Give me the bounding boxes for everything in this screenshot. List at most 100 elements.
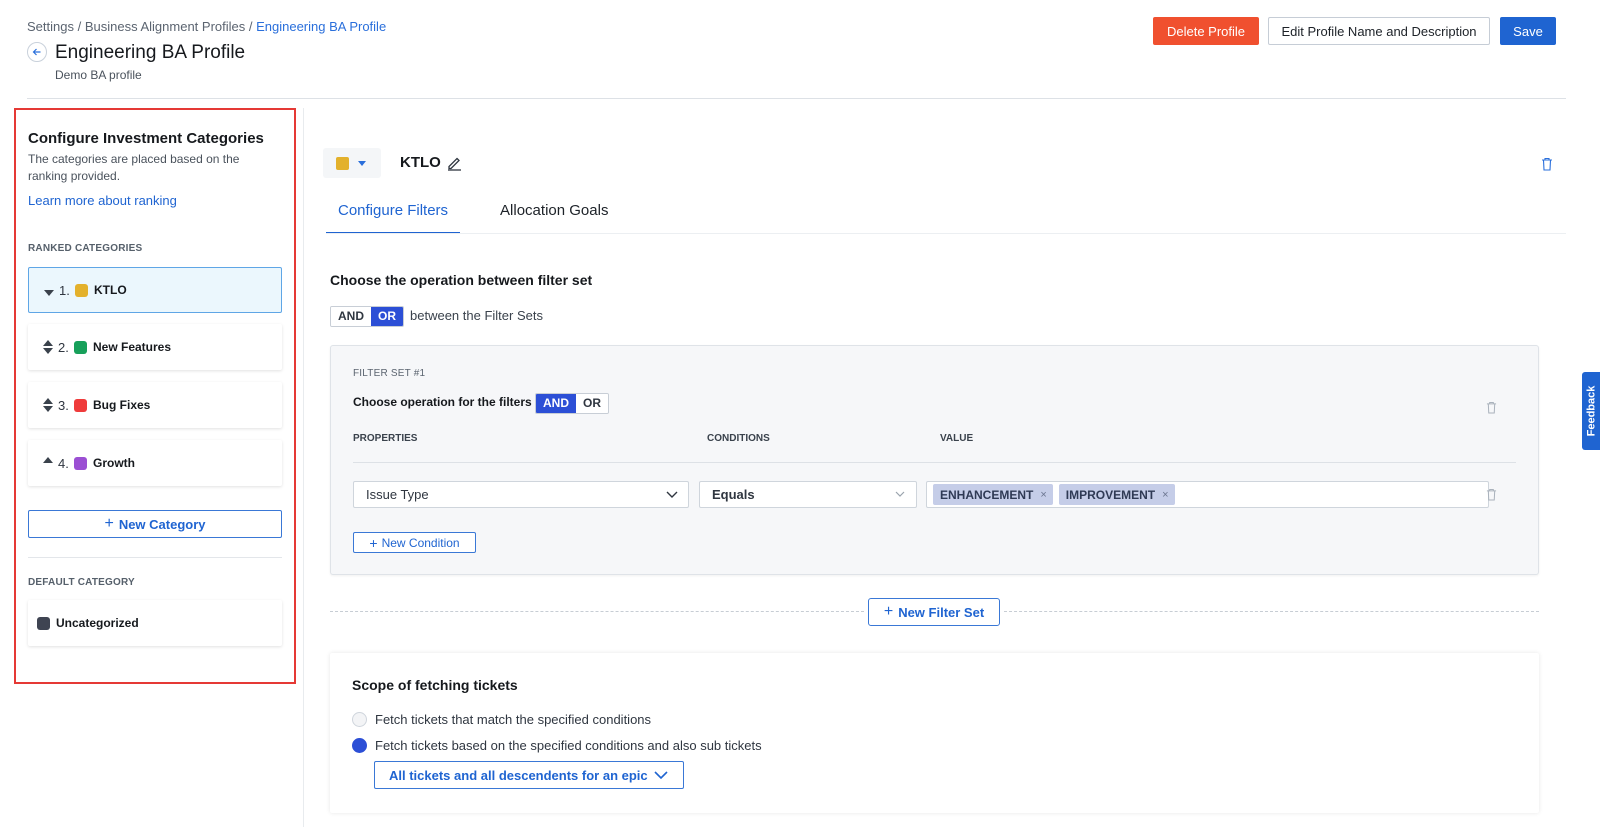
operation-or-option[interactable]: OR <box>371 307 403 326</box>
content-divider <box>303 108 304 827</box>
save-button[interactable]: Save <box>1500 17 1556 45</box>
filter-set-divider <box>353 462 1516 463</box>
scope-card: Scope of fetching tickets Fetch tickets … <box>330 653 1539 813</box>
reorder-handle[interactable] <box>38 398 58 412</box>
breadcrumb-separator: / <box>73 19 85 34</box>
operation-and-option[interactable]: AND <box>331 307 371 326</box>
page-title: Engineering BA Profile <box>55 42 246 63</box>
value-multiselect[interactable]: ENHANCEMENT × IMPROVEMENT × <box>926 481 1489 508</box>
panel-title: Configure Investment Categories <box>28 130 264 147</box>
condition-select[interactable]: Equals <box>699 481 917 508</box>
pencil-icon[interactable] <box>446 154 463 176</box>
filter-operation-toggle: AND OR <box>535 393 609 414</box>
radio-button[interactable] <box>352 738 367 753</box>
feedback-tab[interactable]: Feedback <box>1582 372 1600 450</box>
filter-set-operation-toggle: AND OR <box>330 306 404 327</box>
category-name: KTLO <box>400 154 441 171</box>
delete-profile-button[interactable]: Delete Profile <box>1153 17 1259 45</box>
new-filter-set-label: New Filter Set <box>898 604 985 620</box>
new-filter-set-button[interactable]: + New Filter Set <box>868 598 1000 626</box>
arrow-up-icon <box>43 457 53 463</box>
tab-configure-filters[interactable]: Configure Filters <box>326 198 461 234</box>
arrow-up-icon <box>43 340 53 346</box>
category-label: Uncategorized <box>56 616 139 630</box>
arrow-down-icon <box>43 348 53 354</box>
category-color-swatch <box>74 340 87 354</box>
scope-dropdown[interactable]: All tickets and all descendents for an e… <box>374 761 684 789</box>
breadcrumb: Settings / Business Alignment Profiles /… <box>27 19 386 34</box>
scope-option-match[interactable]: Fetch tickets that match the specified c… <box>352 712 651 727</box>
header-divider <box>27 98 1566 99</box>
arrow-down-icon <box>44 290 54 296</box>
new-category-label: New Category <box>118 516 206 532</box>
new-condition-label: New Condition <box>381 535 460 550</box>
chevron-down-icon <box>666 491 678 498</box>
category-tabs: Configure Filters Allocation Goals <box>326 198 620 234</box>
category-rank: 3. <box>58 397 69 413</box>
value-tag-label: IMPROVEMENT <box>1065 487 1156 502</box>
filter-op-and-option[interactable]: AND <box>536 394 576 413</box>
panel-description: The categories are placed based on the r… <box>28 152 240 183</box>
learn-more-link[interactable]: Learn more about ranking <box>28 193 177 208</box>
category-color-swatch <box>74 398 87 412</box>
filter-op-or-option[interactable]: OR <box>576 394 608 413</box>
scope-option-label: Fetch tickets based on the specified con… <box>375 738 762 753</box>
edit-profile-button[interactable]: Edit Profile Name and Description <box>1268 17 1490 45</box>
dashed-divider <box>1004 611 1539 612</box>
breadcrumb-settings[interactable]: Settings <box>27 19 74 34</box>
trash-icon[interactable] <box>1486 401 1497 419</box>
trash-icon[interactable] <box>1486 488 1497 506</box>
category-label: Growth <box>93 456 135 470</box>
value-tag-label: ENHANCEMENT <box>940 487 1034 502</box>
category-item-new-features[interactable]: 2. New Features <box>28 324 282 370</box>
tabs-divider <box>326 233 1566 234</box>
remove-tag-icon[interactable]: × <box>1040 489 1046 501</box>
remove-tag-icon[interactable]: × <box>1162 489 1168 501</box>
default-category-heading: DEFAULT CATEGORY <box>28 577 135 588</box>
column-header-value: VALUE <box>940 433 974 444</box>
ranked-categories-heading: RANKED CATEGORIES <box>28 243 143 254</box>
value-tag: IMPROVEMENT × <box>1058 484 1175 505</box>
feedback-label: Feedback <box>1585 385 1597 437</box>
reorder-handle[interactable] <box>39 284 59 296</box>
category-item-bug-fixes[interactable]: 3. Bug Fixes <box>28 382 282 428</box>
chevron-down-icon <box>895 491 905 497</box>
arrow-left-icon <box>32 48 41 56</box>
scope-option-label: Fetch tickets that match the specified c… <box>375 712 652 727</box>
breadcrumb-current[interactable]: Engineering BA Profile <box>256 19 386 34</box>
breadcrumb-ba-profiles[interactable]: Business Alignment Profiles <box>85 19 245 34</box>
trash-icon[interactable] <box>1541 157 1553 176</box>
category-item-growth[interactable]: 4. Growth <box>28 440 282 486</box>
scope-title: Scope of fetching tickets <box>352 677 518 693</box>
reorder-handle[interactable] <box>38 340 58 354</box>
category-rank: 4. <box>58 455 69 471</box>
column-header-conditions: CONDITIONS <box>707 433 770 444</box>
category-color-swatch <box>37 616 50 630</box>
color-swatch <box>336 156 349 170</box>
category-item-uncategorized[interactable]: Uncategorized <box>28 600 282 646</box>
condition-select-value: Equals <box>712 487 755 502</box>
filter-set-card: FILTER SET #1 Choose operation for the f… <box>330 345 1539 575</box>
arrow-down-icon <box>43 406 53 412</box>
new-condition-button[interactable]: + New Condition <box>353 532 476 553</box>
category-color-picker[interactable] <box>323 148 381 178</box>
new-category-button[interactable]: + New Category <box>28 510 282 538</box>
tab-allocation-goals[interactable]: Allocation Goals <box>488 198 620 234</box>
category-label: KTLO <box>94 283 127 297</box>
investment-categories-panel: Configure Investment Categories The cate… <box>14 108 296 684</box>
property-select[interactable]: Issue Type <box>353 481 689 508</box>
filter-set-operation-title: Choose the operation between filter set <box>330 272 593 288</box>
category-label: Bug Fixes <box>93 398 151 412</box>
radio-button[interactable] <box>352 712 367 727</box>
reorder-handle[interactable] <box>38 457 58 469</box>
plus-icon: + <box>104 515 114 532</box>
category-color-swatch <box>75 283 88 297</box>
scope-option-subtickets[interactable]: Fetch tickets based on the specified con… <box>352 738 762 753</box>
operation-suffix: between the Filter Sets <box>410 308 543 323</box>
scope-dropdown-value: All tickets and all descendents for an e… <box>389 767 648 783</box>
plus-icon: + <box>883 603 894 620</box>
category-item-ktlo[interactable]: 1. KTLO <box>28 267 282 313</box>
panel-divider <box>28 557 282 558</box>
arrow-up-icon <box>43 398 53 404</box>
back-button[interactable] <box>27 42 47 62</box>
